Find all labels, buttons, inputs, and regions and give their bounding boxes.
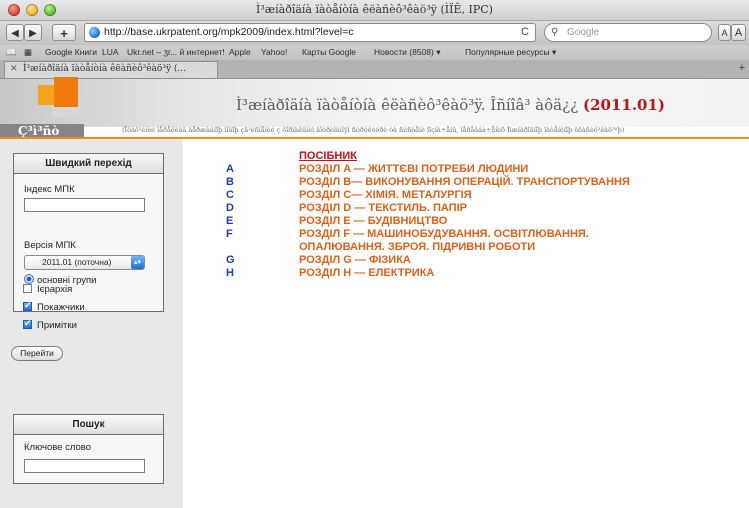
add-bookmark-button[interactable]: + [52, 24, 76, 41]
guide-link[interactable]: ПОСІБНИК [299, 150, 357, 163]
bookmark-item[interactable]: Популярные ресурсы ▾ [465, 47, 556, 58]
new-tab-icon[interactable]: + [739, 62, 745, 74]
ipc-version-value: 2011.01 (поточна) [42, 257, 112, 267]
keyword-label: Ключове слово [24, 442, 91, 453]
section-link[interactable]: РОЗДІЛ H — ЕЛЕКТРИКА [299, 267, 434, 280]
bookmark-item[interactable]: Google Книги [45, 47, 97, 57]
ipc-index-input[interactable] [24, 198, 145, 212]
ipc-version-label: (2011.01) [582, 96, 666, 114]
notes-checkbox[interactable]: Примітки [23, 318, 77, 331]
bookmark-item[interactable]: Ukr.net – ӡг... й интернет! [127, 47, 225, 57]
top-sites-icon[interactable]: ▦ [24, 47, 32, 58]
search-icon: ⚲ [551, 27, 559, 38]
window-title: Ì³æíàðîäíà ïàòåíòíà êëàñèô³êàö³ÿ (ÌÏÊ, I… [256, 3, 493, 16]
section-letter-link[interactable]: C [226, 189, 240, 202]
indexes-checkbox[interactable]: Покажчики [23, 300, 85, 313]
section-link[interactable]: ОПАЛЮВАННЯ. ЗБРОЯ. ПІДРИВНІ РОБОТИ [299, 241, 535, 254]
logo-shape [54, 77, 78, 107]
section-link[interactable]: РОЗДІЛ G — ФІЗИКА [299, 254, 411, 267]
text-larger-button[interactable]: A [731, 24, 746, 41]
section-letter-link[interactable]: G [226, 254, 240, 267]
forward-button[interactable]: ▶ [24, 24, 42, 41]
section-link[interactable]: РОЗДІЛ D — ТЕКСТИЛЬ. ПАПІР [299, 202, 467, 215]
section-link[interactable]: РОЗДІЛ E — БУДІВНИЦТВО [299, 215, 447, 228]
section-letter-link[interactable]: A [226, 163, 240, 176]
ipc-index-label: Індекс МПК [24, 184, 75, 195]
go-button[interactable]: Перейти [11, 346, 63, 361]
close-tab-icon[interactable]: ✕ [10, 62, 18, 77]
tab-title: Ì³æíàðîäíà ïàòåíòíà êëàñèô³êàö³ÿ (... [23, 64, 186, 74]
section-letter-link[interactable]: B [226, 176, 240, 189]
address-bar[interactable]: http://base.ukrpatent.org/mpk2009/index.… [84, 23, 536, 42]
section-link[interactable]: РОЗДІЛ C— ХІМІЯ. МЕТАЛУРГІЯ [299, 189, 472, 202]
ipc-version-select[interactable]: 2011.01 (поточна) ▴▾ [24, 255, 145, 270]
back-button[interactable]: ◀ [6, 24, 24, 41]
radio-selected-icon [24, 274, 34, 284]
bookmark-item[interactable]: LUA [102, 47, 119, 57]
section-link[interactable]: РОЗДІЛ A — ЖИТТЄВІ ПОТРЕБИ ЛЮДИНИ [299, 163, 528, 176]
bookmark-item[interactable]: Новости (8508) ▾ [374, 47, 440, 58]
tab-bar: ✕ Ì³æíàðîäíà ïàòåíòíà êëàñèô³êàö³ÿ (... … [0, 60, 749, 79]
globe-icon [89, 27, 100, 38]
checkbox-checked-icon [23, 300, 32, 311]
section-letter-link[interactable]: D [226, 202, 240, 215]
quick-nav-title: Швидкий перехід [14, 154, 163, 174]
site-title: Ì³æíàðîäíà ïàòåíòíà êëàñèô³êàö³ÿ. Îñíîâ³… [236, 96, 665, 114]
checkbox-icon [23, 284, 32, 293]
reading-list-icon[interactable]: 📖 [6, 47, 17, 58]
select-arrows-icon: ▴▾ [131, 256, 144, 269]
reload-icon[interactable]: C [521, 24, 529, 41]
bookmark-item[interactable]: Apple [229, 47, 251, 57]
url-text: http://base.ukrpatent.org/mpk2009/index.… [104, 26, 354, 38]
search-input[interactable]: ⚲ Google [544, 23, 712, 42]
bookmarks-bar: 📖 ▦ Google Книги LUA Ukr.net – ӡг... й и… [0, 45, 749, 60]
window-titlebar: Ì³æíàðîäíà ïàòåíòíà êëàñèô³êàö³ÿ (ÌÏÊ, I… [0, 0, 749, 21]
browser-toolbar: ◀ ▶ + http://base.ukrpatent.org/mpk2009/… [0, 21, 749, 45]
section-letter-link[interactable]: E [226, 215, 240, 228]
hierarchy-checkbox[interactable]: Ієрархія [23, 284, 72, 295]
checkbox-checked-icon [23, 318, 32, 329]
search-title: Пошук [14, 415, 163, 435]
section-link[interactable]: РОЗДІЛ B— ВИКОНУВАННЯ ОПЕРАЦІЙ. ТРАНСПОР… [299, 176, 630, 189]
section-letter-link[interactable]: F [226, 228, 240, 241]
text-smaller-button[interactable]: A [718, 24, 731, 41]
search-placeholder: Google [567, 27, 600, 38]
hierarchy-label: Ієрархія [37, 284, 73, 295]
ipc-version-label: Версія МПК [24, 240, 76, 251]
site-title-text: Ì³æíàðîäíà ïàòåíòíà êëàñèô³êàö³ÿ. Îñíîâ³… [236, 96, 579, 114]
section-link[interactable]: РОЗДІЛ F — МАШИНОБУДУВАННЯ. ОСВІТЛЮВАННЯ… [299, 228, 589, 241]
bookmark-item[interactable]: Yahoo! [261, 47, 287, 57]
sidebar: Швидкий перехід Індекс МПК Версія МПК 20… [0, 139, 183, 508]
site-subtitle: (Îôàö³éíèé ïåðåêëàä äåðæàâíîþ ìîâîþ çä³é… [122, 126, 625, 134]
indexes-label: Покажчики [37, 302, 85, 313]
search-panel: Пошук Ключове слово [13, 414, 164, 484]
notes-label: Примітки [37, 320, 77, 331]
bookmark-item[interactable]: Карты Google [302, 47, 356, 57]
section-letter-link[interactable]: H [226, 267, 240, 280]
keyword-input[interactable] [24, 459, 145, 473]
tab-active[interactable]: ✕ Ì³æíàðîäíà ïàòåíòíà êëàñèô³êàö³ÿ (... [4, 61, 218, 78]
